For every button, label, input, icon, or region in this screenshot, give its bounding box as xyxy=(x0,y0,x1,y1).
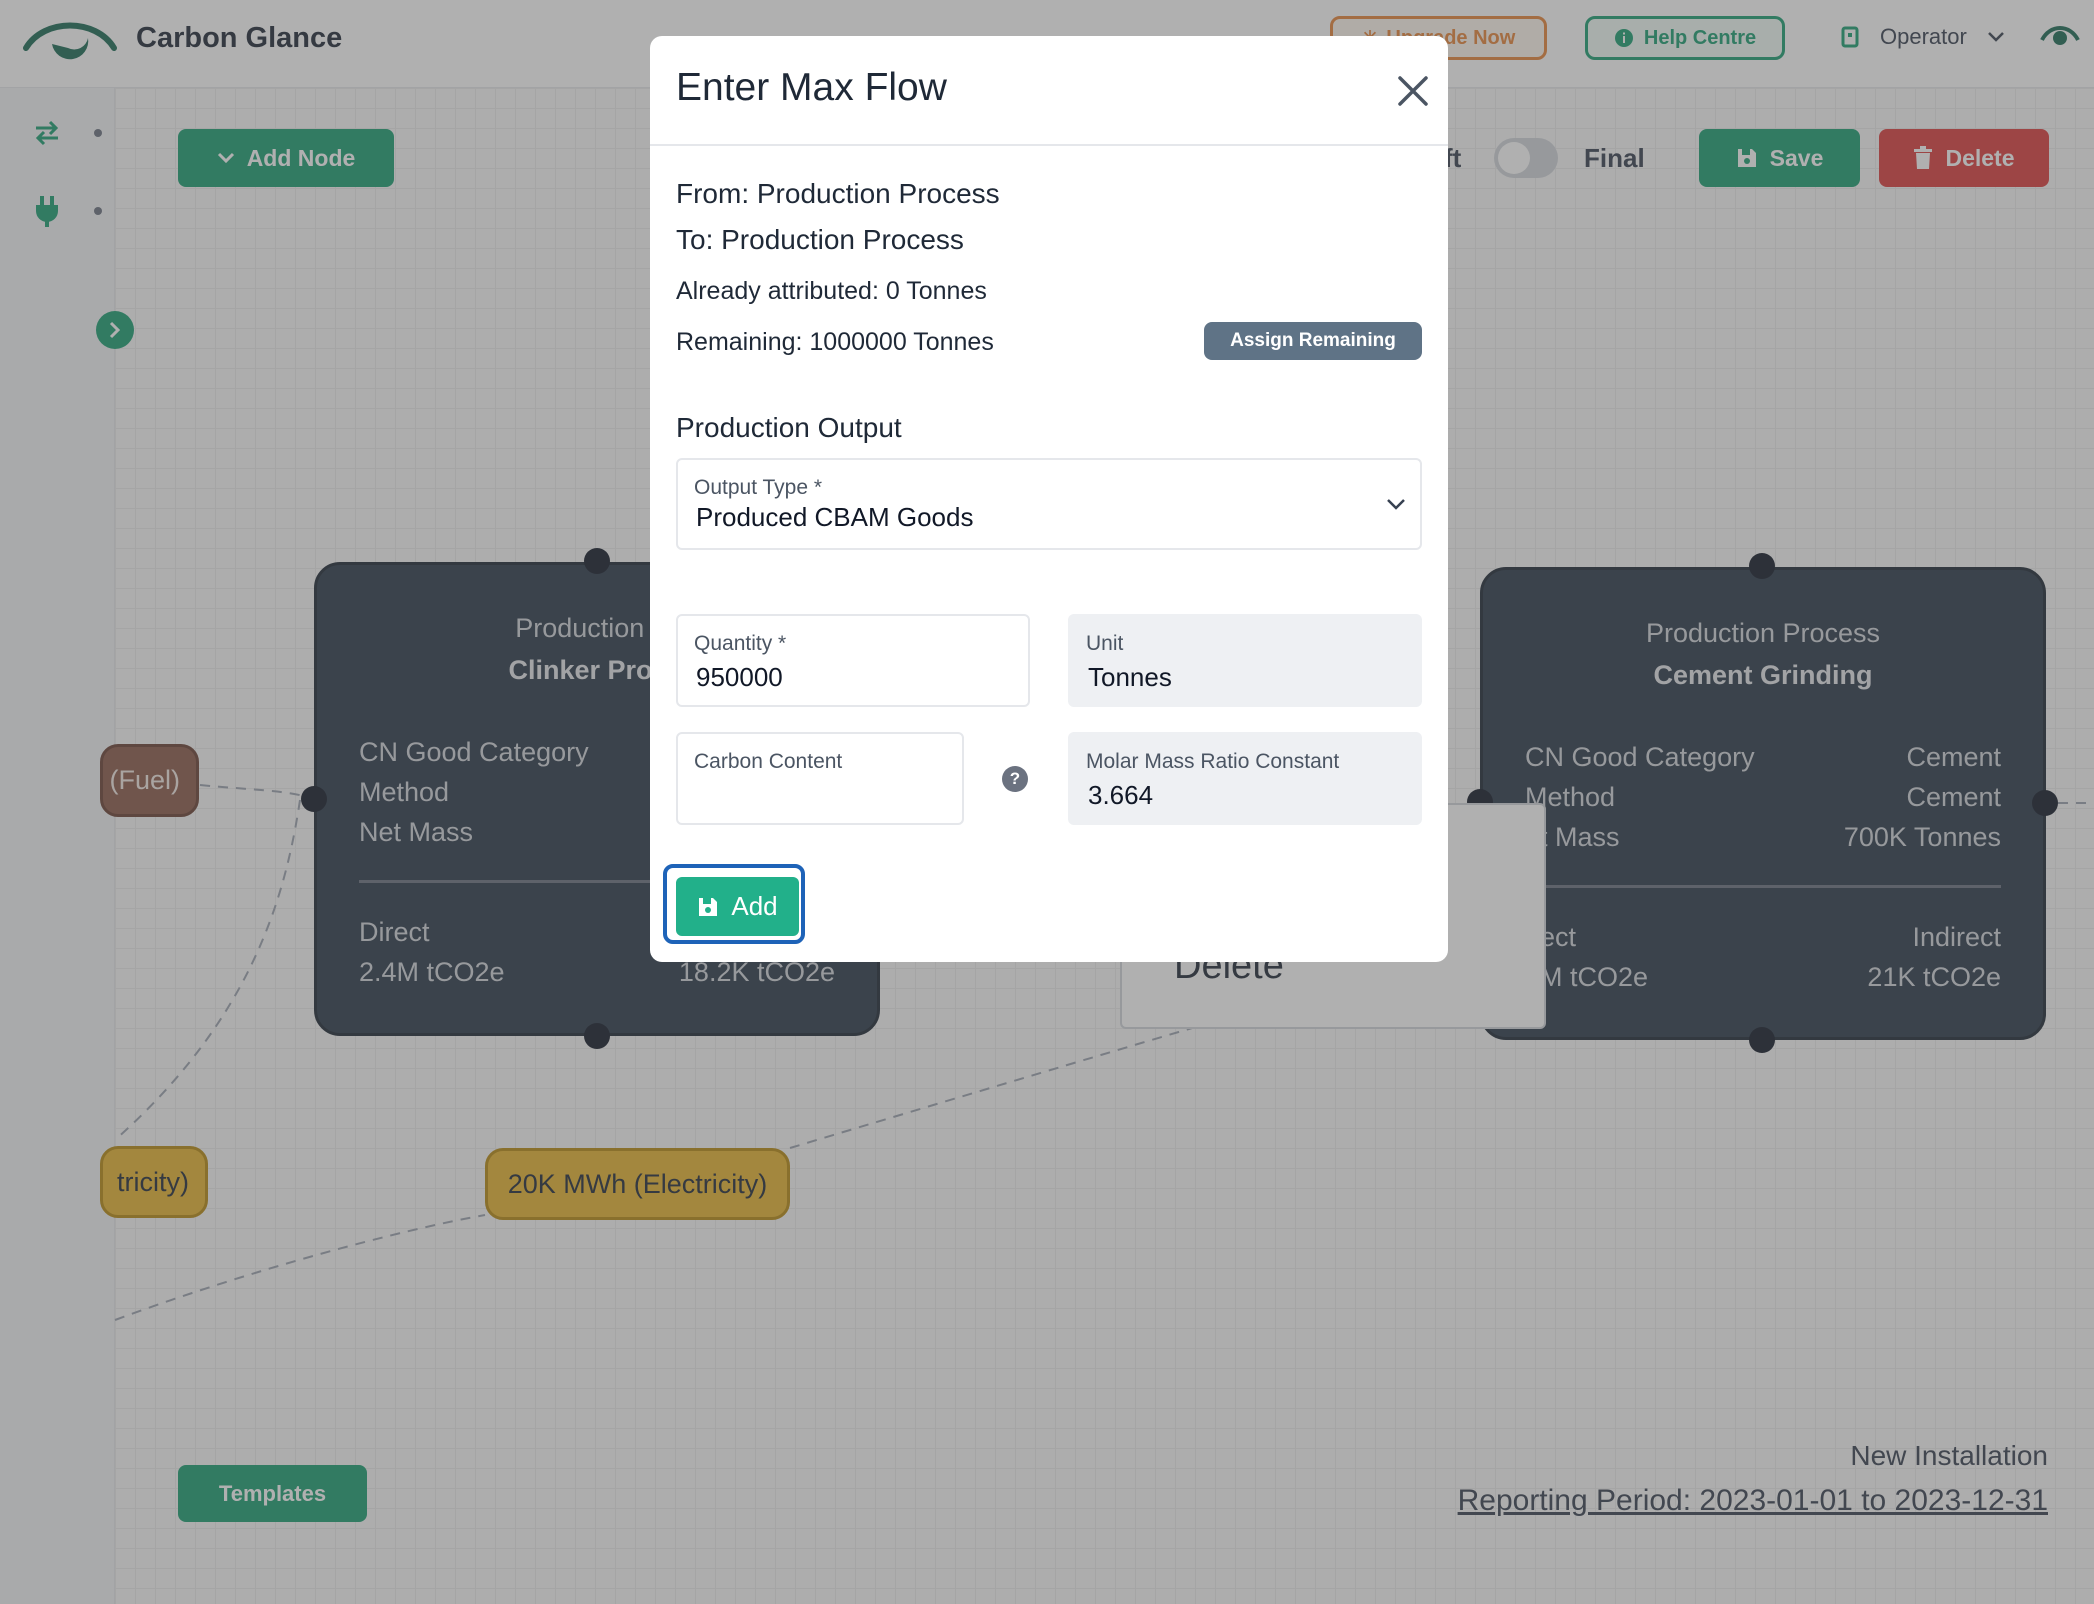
add-label: Add xyxy=(731,891,778,921)
modal-header: Enter Max Flow xyxy=(650,36,1448,146)
output-type-label: Output Type * xyxy=(694,476,823,499)
molar-mass-field: Molar Mass Ratio Constant 3.664 xyxy=(1068,732,1422,825)
flow-from: From: Production Process xyxy=(676,178,1000,209)
molar-mass-value: 3.664 xyxy=(1088,780,1154,810)
assign-remaining-button[interactable]: Assign Remaining xyxy=(1204,322,1422,360)
molar-mass-label: Molar Mass Ratio Constant xyxy=(1086,750,1340,773)
quantity-input[interactable]: Quantity * 950000 xyxy=(676,614,1030,707)
output-type-value: Produced CBAM Goods xyxy=(696,502,974,532)
unit-field: Unit Tonnes xyxy=(1068,614,1422,707)
chevron-down-icon xyxy=(1387,499,1405,510)
add-button[interactable]: Add xyxy=(676,877,799,936)
quantity-value: 950000 xyxy=(696,662,783,692)
remaining-amount: Remaining: 1000000 Tonnes xyxy=(676,328,994,356)
unit-label: Unit xyxy=(1086,632,1124,655)
flow-to: To: Production Process xyxy=(676,224,964,255)
help-question-icon[interactable]: ? xyxy=(1002,766,1028,792)
unit-value: Tonnes xyxy=(1088,662,1172,692)
quantity-label: Quantity * xyxy=(694,632,787,655)
already-attributed: Already attributed: 0 Tonnes xyxy=(676,277,987,305)
modal-title: Enter Max Flow xyxy=(676,66,947,109)
output-type-select[interactable]: Output Type * Produced CBAM Goods xyxy=(676,458,1422,550)
close-icon[interactable] xyxy=(1394,72,1432,110)
carbon-content-input[interactable]: Carbon Content xyxy=(676,732,964,825)
max-flow-modal: Enter Max Flow From: Production Process … xyxy=(650,36,1448,962)
carbon-content-label: Carbon Content xyxy=(694,750,843,773)
floppy-disk-icon xyxy=(699,897,718,916)
production-output-title: Production Output xyxy=(676,412,902,443)
